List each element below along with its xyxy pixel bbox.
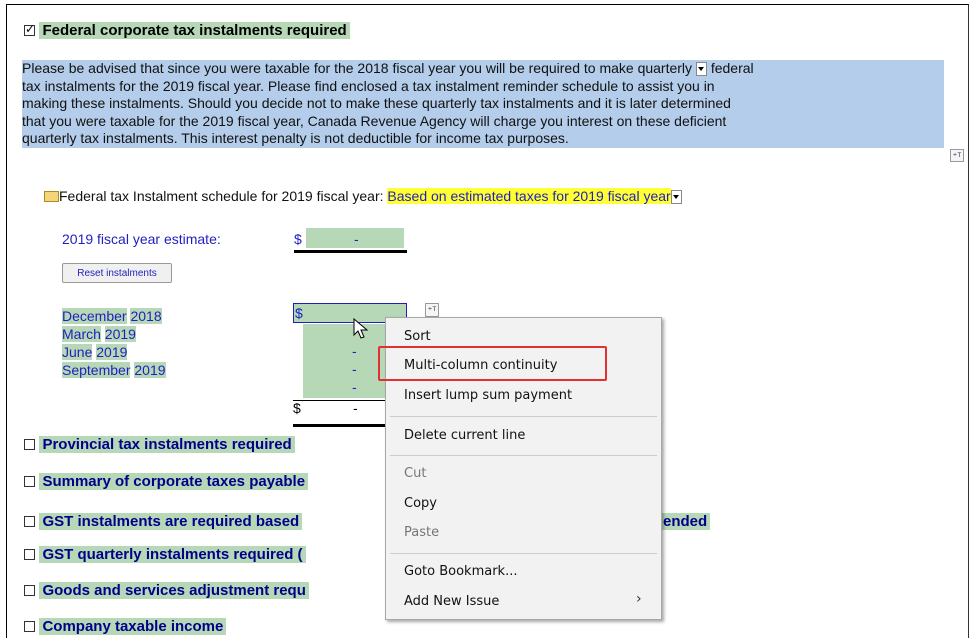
menu-item-copy[interactable]: Copy [404,496,437,511]
schedule-label: Federal tax Instalment schedule for 2019… [59,188,384,204]
sep-amount: - [352,379,357,395]
instalment-row-jun: June 2019 [62,343,166,361]
total-currency: $ [293,400,301,416]
month: March [62,326,101,342]
section-label: Goods and services adjustment requ [39,582,309,599]
total-row: $ - [293,398,385,427]
section-label: GST instalments are required based [39,513,303,530]
federal-heading: Federal corporate tax instalments requir… [39,22,350,39]
year: 2019 [96,344,128,360]
insert-text-icon[interactable]: ⁺ᵀ [950,149,964,162]
section-gs-adjustment[interactable]: Goods and services adjustment requ [24,582,309,600]
instalment-row-mar: March 2019 [62,325,166,343]
menu-item-goto-bookmark[interactable]: Goto Bookmark... [404,564,517,579]
estimate-currency: $ [294,231,302,247]
section-label: Provincial tax instalments required [39,436,295,453]
section-checkbox[interactable] [24,476,35,488]
jun-amount: - [352,361,357,377]
section-checkbox[interactable] [24,439,35,451]
section-provincial[interactable]: Provincial tax instalments required [24,436,295,454]
month: September [62,362,131,378]
schedule-select-value[interactable]: Based on estimated taxes for 2019 fiscal… [387,188,671,204]
instalment-row-dec: December 2018 [62,307,166,325]
section-checkbox[interactable] [24,621,35,633]
menu-item-cut: Cut [404,466,427,481]
instalment-row-sep: September 2019 [62,361,166,379]
menu-separator [390,553,657,554]
federal-notice-paragraph: Please be advised that since you were ta… [22,60,944,148]
estimate-label: 2019 fiscal year estimate: [62,231,221,247]
paragraph-line-3: making these instalments. Should you dec… [22,95,731,112]
chevron-right-icon: › [636,591,642,607]
chevron-down-icon[interactable] [695,62,707,77]
menu-item-delete-line[interactable]: Delete current line [404,428,525,443]
total-value: - [353,400,358,416]
menu-item-sort[interactable]: Sort [404,329,431,344]
section-checkbox[interactable] [24,585,35,597]
highlight-callout [378,346,607,381]
menu-separator [390,455,657,456]
month: December [62,308,127,324]
paragraph-line-5: quarterly tax instalments. This interest… [22,130,569,147]
insert-text-icon[interactable]: ⁺ᵀ [425,303,439,317]
chevron-down-icon[interactable] [670,190,682,205]
paragraph-line-2: tax instalments for the 2019 fiscal year… [22,77,715,94]
schedule-selector-row: Federal tax Instalment schedule for 2019… [44,188,682,205]
federal-checkbox[interactable]: ✓ [24,22,36,37]
menu-separator [390,416,657,417]
section-checkbox[interactable] [24,516,35,528]
menu-item-insert-lump-sum[interactable]: Insert lump sum payment [404,388,572,403]
mar-amount: - [352,343,357,359]
checkmark-icon: ✓ [25,22,36,37]
federal-section-header: ✓ Federal corporate tax instalments requ… [24,22,350,40]
paragraph-line-1: Please be advised that since you were ta… [22,60,693,76]
year: 2019 [134,362,166,378]
reset-instalments-button[interactable]: Reset instalments [62,263,172,283]
dec-currency: $ [295,305,303,321]
section-taxable-income[interactable]: Company taxable income [24,618,227,636]
instalment-months: December 2018 March 2019 June 2019 Septe… [62,307,166,379]
section-label: Summary of corporate taxes payable [39,473,309,490]
paragraph-line-4: that you were taxable for the 2019 fisca… [22,112,727,129]
amount-column-cells [303,324,385,398]
menu-item-paste: Paste [404,525,440,540]
section-gst-quarterly[interactable]: GST quarterly instalments required ( [24,546,306,564]
estimate-value: - [354,231,359,247]
folder-icon [44,191,59,202]
year: 2019 [104,326,136,342]
section-summary[interactable]: Summary of corporate taxes payable [24,473,309,491]
section-checkbox[interactable] [24,549,35,561]
paragraph-line-1b: federal [710,60,754,76]
month: June [62,344,93,360]
section-label-suffix: ended [660,513,711,530]
section-label: Company taxable income [39,618,227,635]
year: 2018 [130,308,162,324]
mouse-cursor-icon [353,318,369,339]
section-label: GST quarterly instalments required ( [39,546,306,563]
estimate-field[interactable]: $ - [294,228,407,253]
menu-item-add-new-issue[interactable]: Add New Issue [404,594,499,609]
